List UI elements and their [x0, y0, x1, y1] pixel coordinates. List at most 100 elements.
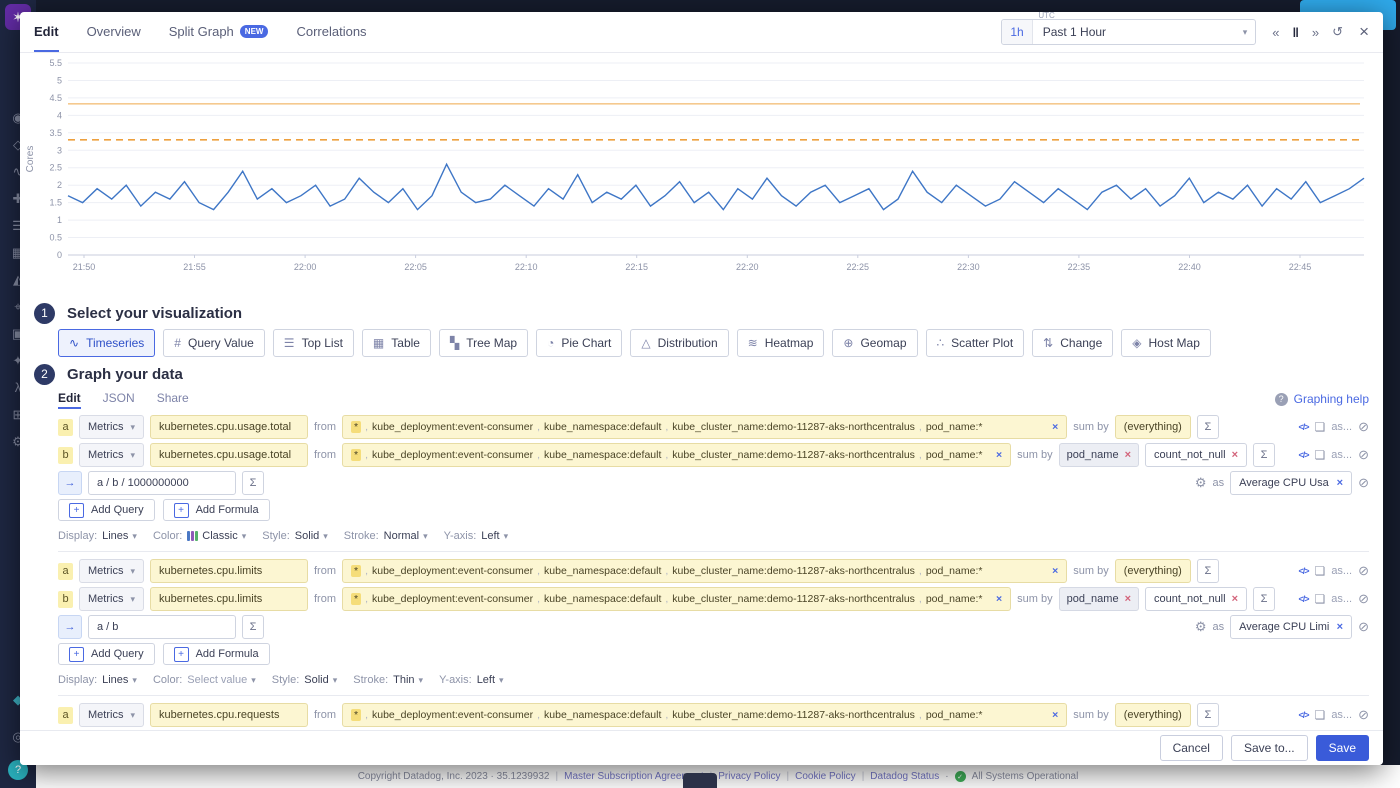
query-letter[interactable]: a [58, 563, 73, 580]
clear-alias-icon[interactable]: × [1337, 477, 1343, 489]
skip-back-icon[interactable]: « [1272, 25, 1279, 40]
viz-option-top-list[interactable]: ☰Top List [273, 329, 354, 357]
code-icon[interactable]: </> [1299, 422, 1309, 432]
clear-scope-icon[interactable]: × [1046, 709, 1058, 721]
sigma-function-button[interactable]: Σ [1197, 415, 1219, 439]
hide-row-icon[interactable]: ⊘ [1358, 707, 1369, 723]
pause-icon[interactable]: ‖ [1292, 25, 1298, 40]
add-query-button[interactable]: +Add Query [58, 643, 155, 665]
hide-row-icon[interactable]: ⊘ [1358, 419, 1369, 435]
color-dropdown[interactable]: Classic▾ [187, 530, 246, 542]
style-dropdown[interactable]: Solid▾ [295, 530, 328, 542]
live-refresh-icon[interactable]: ↺ [1332, 24, 1343, 40]
metric-input[interactable]: kubernetes.cpu.limits [150, 559, 308, 583]
group-by-tag[interactable]: pod_name× [1059, 443, 1139, 467]
hide-row-icon[interactable]: ⊘ [1358, 563, 1369, 579]
metric-source-select[interactable]: Metrics▾ [79, 703, 144, 727]
close-icon[interactable]: × [1359, 22, 1369, 42]
scope-filter[interactable]: *,kube_deployment:event-consumer,kube_na… [342, 587, 1011, 611]
metric-input[interactable]: kubernetes.cpu.limits [150, 587, 308, 611]
metric-source-select[interactable]: Metrics▾ [79, 415, 144, 439]
timeseries-chart[interactable]: 00.511.522.533.544.555.521:5021:5522:002… [20, 53, 1383, 296]
query-letter[interactable]: b [58, 591, 73, 608]
code-icon[interactable]: </> [1299, 450, 1309, 460]
viz-option-pie-chart[interactable]: ◔Pie Chart [536, 329, 622, 357]
tab-edit[interactable]: Edit [34, 12, 59, 52]
query-letter[interactable]: a [58, 707, 73, 724]
metric-input[interactable]: kubernetes.cpu.usage.total [150, 415, 308, 439]
scope-filter[interactable]: *,kube_deployment:event-consumer,kube_na… [342, 559, 1067, 583]
skip-forward-icon[interactable]: » [1312, 25, 1319, 40]
copy-icon[interactable]: ❏ [1315, 592, 1326, 606]
code-icon[interactable]: </> [1299, 710, 1309, 720]
sigma-function-button[interactable]: Σ [1253, 443, 1275, 467]
time-range-picker[interactable]: UTC 1h Past 1 Hour ▾ [1001, 19, 1256, 45]
query-letter[interactable]: a [58, 419, 73, 436]
add-formula-button[interactable]: +Add Formula [163, 499, 270, 521]
sigma-function-button[interactable]: Σ [1197, 559, 1219, 583]
copy-icon[interactable]: ❏ [1315, 448, 1326, 462]
remove-tag-icon[interactable]: × [1125, 449, 1131, 461]
viz-option-timeseries[interactable]: ∿Timeseries [58, 329, 155, 357]
feedback-tab[interactable] [683, 773, 717, 788]
sigma-function-button[interactable]: Σ [242, 471, 264, 495]
clear-alias-icon[interactable]: × [1337, 621, 1343, 633]
aggregator-chip[interactable]: count_not_null× [1145, 587, 1247, 611]
stroke-dropdown[interactable]: Thin▾ [393, 674, 423, 686]
graph-tab-share[interactable]: Share [157, 389, 189, 409]
viz-option-tree-map[interactable]: ▚Tree Map [439, 329, 528, 357]
metric-source-select[interactable]: Metrics▾ [79, 587, 144, 611]
copy-icon[interactable]: ❏ [1315, 420, 1326, 434]
metric-source-select[interactable]: Metrics▾ [79, 559, 144, 583]
formula-input[interactable]: a / b / 1000000000 [88, 471, 236, 495]
copy-icon[interactable]: ❏ [1315, 564, 1326, 578]
clear-scope-icon[interactable]: × [990, 593, 1002, 605]
style-dropdown[interactable]: Solid▾ [304, 674, 337, 686]
time-shortcut[interactable]: 1h [1002, 20, 1032, 44]
viz-option-distribution[interactable]: △Distribution [630, 329, 728, 357]
viz-option-scatter-plot[interactable]: ∴Scatter Plot [926, 329, 1025, 357]
clear-scope-icon[interactable]: × [1046, 421, 1058, 433]
clear-scope-icon[interactable]: × [1046, 565, 1058, 577]
hide-row-icon[interactable]: ⊘ [1358, 447, 1369, 463]
graph-tab-json[interactable]: JSON [103, 389, 135, 409]
save-button[interactable]: Save [1316, 735, 1369, 761]
tab-overview[interactable]: Overview [87, 12, 141, 52]
copy-icon[interactable]: ❏ [1315, 708, 1326, 722]
yaxis-dropdown[interactable]: Left▾ [477, 674, 504, 686]
save-to-button[interactable]: Save to... [1231, 735, 1308, 761]
footer-link-status[interactable]: Datadog Status [870, 771, 939, 782]
clear-scope-icon[interactable]: × [990, 449, 1002, 461]
footer-link-privacy[interactable]: Privacy Policy [718, 771, 780, 782]
query-letter[interactable]: b [58, 447, 73, 464]
add-formula-button[interactable]: +Add Formula [163, 643, 270, 665]
hide-row-icon[interactable]: ⊘ [1358, 591, 1369, 607]
cancel-button[interactable]: Cancel [1160, 735, 1223, 761]
formula-alias-input[interactable]: Average CPU Limi...× [1230, 615, 1352, 639]
scope-filter[interactable]: *,kube_deployment:event-consumer,kube_na… [342, 703, 1067, 727]
code-icon[interactable]: </> [1299, 594, 1309, 604]
viz-option-heatmap[interactable]: ≋Heatmap [737, 329, 825, 357]
hide-formula-icon[interactable]: ⊘ [1358, 475, 1369, 491]
viz-option-change[interactable]: ⇅Change [1032, 329, 1113, 357]
viz-option-host-map[interactable]: ◈Host Map [1121, 329, 1211, 357]
metric-input[interactable]: kubernetes.cpu.requests [150, 703, 308, 727]
sigma-function-button[interactable]: Σ [242, 615, 264, 639]
scope-filter[interactable]: *,kube_deployment:event-consumer,kube_na… [342, 443, 1011, 467]
group-by-input[interactable]: (everything) [1115, 703, 1191, 727]
aggregator-chip[interactable]: count_not_null× [1145, 443, 1247, 467]
yaxis-dropdown[interactable]: Left▾ [481, 530, 508, 542]
display-type-dropdown[interactable]: Lines▾ [102, 674, 137, 686]
group-by-input[interactable]: (everything) [1115, 415, 1191, 439]
hide-formula-icon[interactable]: ⊘ [1358, 619, 1369, 635]
stroke-dropdown[interactable]: Normal▾ [384, 530, 428, 542]
formula-input[interactable]: a / b [88, 615, 236, 639]
add-query-button[interactable]: +Add Query [58, 499, 155, 521]
metric-source-select[interactable]: Metrics▾ [79, 443, 144, 467]
color-dropdown[interactable]: Select value▾ [187, 674, 255, 686]
remove-aggregator-icon[interactable]: × [1232, 449, 1238, 461]
formula-alias-input[interactable]: Average CPU Usa...× [1230, 471, 1352, 495]
scope-filter[interactable]: *,kube_deployment:event-consumer,kube_na… [342, 415, 1067, 439]
footer-link-cookie[interactable]: Cookie Policy [795, 771, 856, 782]
metric-input[interactable]: kubernetes.cpu.usage.total [150, 443, 308, 467]
